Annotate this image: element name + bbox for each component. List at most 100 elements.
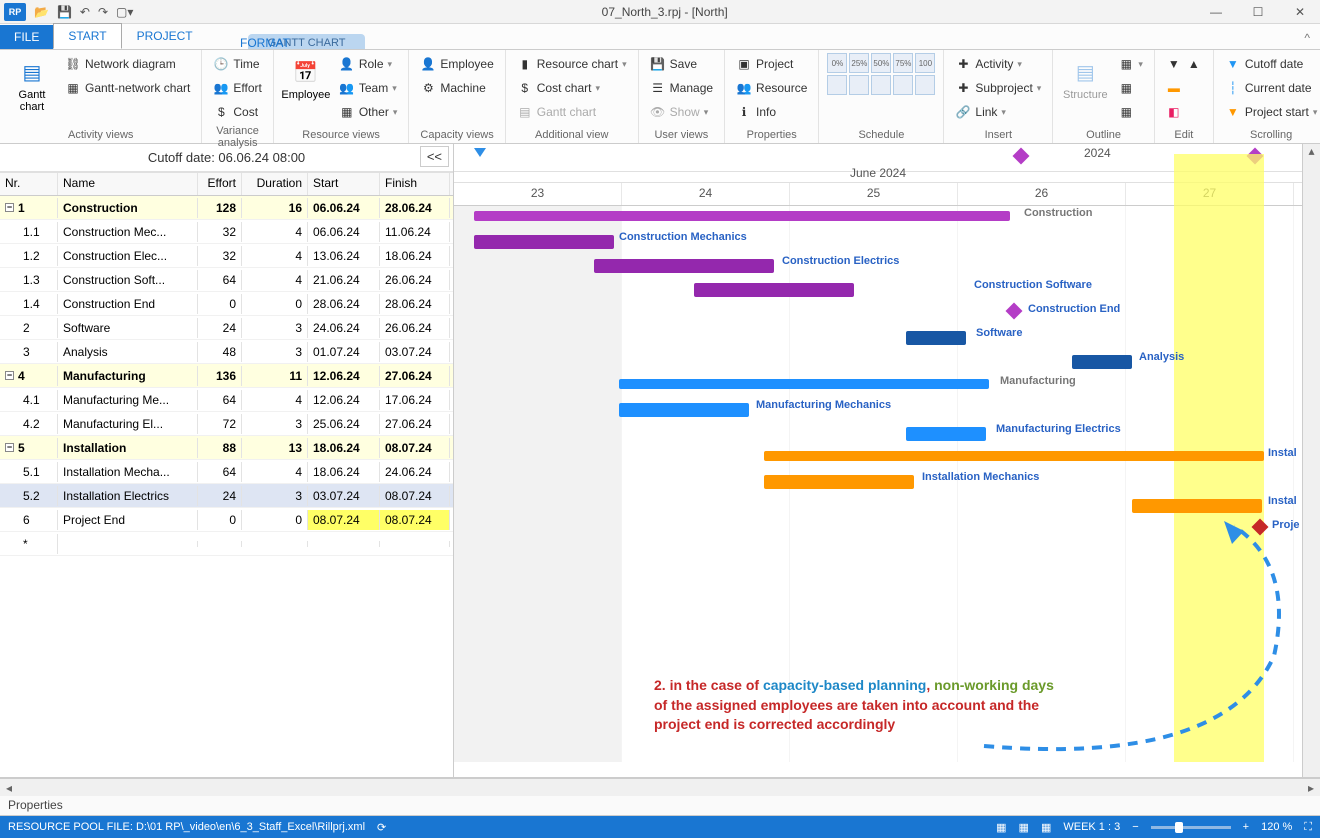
col-effort[interactable]: Effort: [198, 173, 242, 195]
zoom-in-button[interactable]: +: [1243, 821, 1249, 833]
cell[interactable]: 64: [198, 270, 242, 290]
cell[interactable]: Manufacturing El...: [58, 414, 198, 434]
bar-manufacturing-summary[interactable]: [619, 379, 989, 389]
cell[interactable]: 4.1: [0, 390, 58, 410]
role-button[interactable]: 👤Role: [336, 53, 401, 75]
bar-inst-elec[interactable]: [1132, 499, 1262, 513]
table-row[interactable]: 1.4Construction End0028.06.2428.06.24: [0, 292, 453, 316]
team-button[interactable]: 👥Team: [336, 77, 401, 99]
cell[interactable]: 3: [242, 414, 308, 434]
cell[interactable]: 08.07.24: [380, 438, 450, 458]
insert-activity-button[interactable]: ✚Activity: [952, 53, 1044, 75]
cell[interactable]: 26.06.24: [380, 318, 450, 338]
properties-panel-header[interactable]: Properties: [0, 796, 1320, 816]
tab-format[interactable]: FORMAT: [225, 30, 305, 56]
col-name[interactable]: Name: [58, 173, 198, 195]
info-button[interactable]: ℹInfo: [733, 101, 810, 123]
manage-button[interactable]: ☰Manage: [647, 77, 716, 99]
cell[interactable]: 17.06.24: [380, 390, 450, 410]
time-button[interactable]: 🕒Time: [210, 53, 264, 75]
cell[interactable]: 4: [242, 270, 308, 290]
cell[interactable]: 4: [242, 222, 308, 242]
close-button[interactable]: ✕: [1280, 0, 1320, 24]
tab-start[interactable]: START: [53, 23, 121, 49]
stop-icon[interactable]: ▢▾: [116, 5, 133, 19]
project-props-button[interactable]: ▣Project: [733, 53, 810, 75]
project-start-button[interactable]: ▼Project start: [1222, 101, 1320, 123]
cell[interactable]: 08.07.24: [380, 486, 450, 506]
cell[interactable]: 64: [198, 462, 242, 482]
cell[interactable]: *: [0, 534, 58, 554]
bar-inst-mech[interactable]: [764, 475, 914, 489]
cell[interactable]: 11.06.24: [380, 222, 450, 242]
bar-con-mech[interactable]: [474, 235, 614, 249]
cell[interactable]: 24: [198, 486, 242, 506]
cell[interactable]: Project End: [58, 510, 198, 530]
cell[interactable]: 25.06.24: [308, 414, 380, 434]
cell[interactable]: Manufacturing Me...: [58, 390, 198, 410]
cell[interactable]: 32: [198, 246, 242, 266]
table-row[interactable]: 3Analysis48301.07.2403.07.24: [0, 340, 453, 364]
zoom-out-button[interactable]: −: [1132, 821, 1138, 833]
redo-icon[interactable]: ↷: [98, 5, 108, 19]
status-view2-icon[interactable]: ▦: [1019, 821, 1029, 834]
cost-chart-button[interactable]: $Cost chart: [514, 77, 630, 99]
cell[interactable]: 0: [198, 510, 242, 530]
col-start[interactable]: Start: [308, 173, 380, 195]
bar-man-mech[interactable]: [619, 403, 749, 417]
cell[interactable]: 3: [242, 318, 308, 338]
cell[interactable]: 03.07.24: [308, 486, 380, 506]
cell[interactable]: [380, 541, 450, 547]
expander-icon[interactable]: −: [5, 371, 14, 380]
cell[interactable]: 24: [198, 318, 242, 338]
cell[interactable]: 128: [198, 198, 242, 218]
horizontal-scrollbar[interactable]: ◂ ▸: [0, 778, 1320, 796]
tab-project[interactable]: PROJECT: [122, 23, 208, 49]
cell[interactable]: 4: [242, 390, 308, 410]
cell[interactable]: Analysis: [58, 342, 198, 362]
cell[interactable]: 28.06.24: [380, 294, 450, 314]
scroll-right-icon[interactable]: ▸: [1302, 781, 1320, 795]
table-row[interactable]: −4Manufacturing1361112.06.2427.06.24: [0, 364, 453, 388]
cell[interactable]: 28.06.24: [380, 198, 450, 218]
table-row[interactable]: 5.2Installation Electrics24303.07.2408.0…: [0, 484, 453, 508]
scroll-left-icon[interactable]: ◂: [0, 781, 18, 795]
cell[interactable]: −5: [0, 438, 58, 458]
insert-subproject-button[interactable]: ✚Subproject: [952, 77, 1044, 99]
highlight-button[interactable]: ▬: [1163, 77, 1205, 99]
cell[interactable]: 4: [242, 246, 308, 266]
bar-installation-summary[interactable]: [764, 451, 1264, 461]
maximize-button[interactable]: ☐: [1238, 0, 1278, 24]
table-row[interactable]: 4.1Manufacturing Me...64412.06.2417.06.2…: [0, 388, 453, 412]
cell[interactable]: 32: [198, 222, 242, 242]
cell[interactable]: 3: [242, 486, 308, 506]
save-icon[interactable]: 💾: [57, 5, 72, 19]
outline-opt1[interactable]: ▦: [1115, 53, 1146, 75]
cell[interactable]: Construction: [58, 198, 198, 218]
network-diagram-button[interactable]: ⛓Network diagram: [62, 53, 193, 75]
cell[interactable]: 136: [198, 366, 242, 386]
undo-icon[interactable]: ↶: [80, 5, 90, 19]
other-button[interactable]: ▦Other: [336, 101, 401, 123]
cell[interactable]: 1.3: [0, 270, 58, 290]
cell[interactable]: 21.06.24: [308, 270, 380, 290]
cap-machine-button[interactable]: ⚙Machine: [417, 77, 496, 99]
cell[interactable]: 26.06.24: [380, 270, 450, 290]
table-row[interactable]: −1Construction1281606.06.2428.06.24: [0, 196, 453, 220]
cell[interactable]: Manufacturing: [58, 366, 198, 386]
cell[interactable]: [242, 541, 308, 547]
bar-man-elec[interactable]: [906, 427, 986, 441]
cell[interactable]: 88: [198, 438, 242, 458]
bar-con-elec[interactable]: [594, 259, 774, 273]
cell[interactable]: 4: [242, 462, 308, 482]
col-finish[interactable]: Finish: [380, 173, 450, 195]
cell[interactable]: Software: [58, 318, 198, 338]
collapse-panel-button[interactable]: <<: [420, 146, 449, 167]
cell[interactable]: Construction End: [58, 294, 198, 314]
col-duration[interactable]: Duration: [242, 173, 308, 195]
erase-button[interactable]: ◧: [1163, 101, 1205, 123]
cell[interactable]: 1.1: [0, 222, 58, 242]
outline-opt3[interactable]: ▦: [1115, 101, 1146, 123]
cell[interactable]: Installation Mecha...: [58, 462, 198, 482]
cell[interactable]: 0: [198, 294, 242, 314]
